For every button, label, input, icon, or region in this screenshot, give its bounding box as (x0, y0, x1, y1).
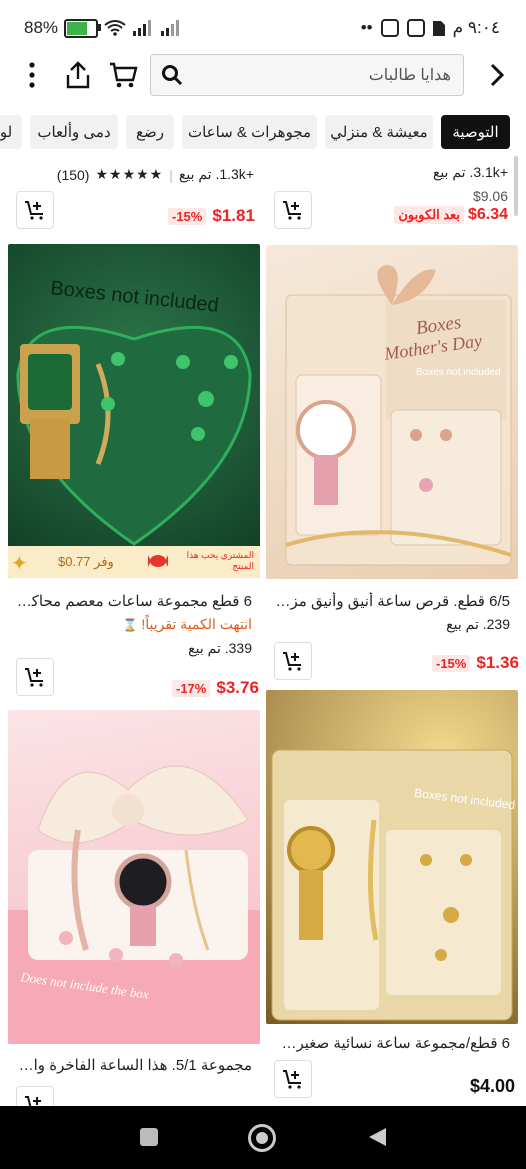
product-title[interactable]: 6/5 قطع. قرص ساعة أنيق وأنيق مزين... (274, 592, 510, 610)
product-grid: +3.1k. تم بيع $9.06 بعد الكوبون $6.34 (1… (0, 156, 526, 1106)
clock: ٩:٠٤ م (452, 18, 500, 37)
product-card-1[interactable]: +3.1k. تم بيع $9.06 بعد الكوبون $6.34 (266, 156, 518, 236)
category-tabs: التوصية معيشة & منزلي مجوهرات & ساعات رض… (0, 112, 526, 154)
promo-strip: المشتري يحب هذا المنتج وفر 0.77$ ✦ (8, 546, 260, 578)
cart-icon[interactable] (106, 59, 140, 91)
battery-icon (64, 18, 102, 38)
promo-text: وفر 0.77$ (58, 554, 114, 569)
add-to-cart-button[interactable] (274, 191, 312, 229)
system-nav-bar (0, 1106, 526, 1169)
signal-icon (133, 20, 152, 36)
price: $4.00 (470, 1076, 516, 1096)
tab-jewelry-watches[interactable]: مجوهرات & ساعات (182, 115, 317, 149)
sold-count: 239. تم بيع (446, 616, 510, 632)
tab-home-living[interactable]: معيشة & منزلي (325, 115, 433, 149)
product-image[interactable]: Boxes Mother's Day Boxes not included (266, 245, 518, 579)
wifi-icon (104, 20, 126, 36)
low-stock-row: انتهت الكمية تقريباً! ⌛ (122, 616, 252, 633)
instagram-icon-2 (406, 19, 425, 37)
tab-recommended[interactable]: التوصية (441, 115, 510, 149)
coupon-price: $6.34 (467, 206, 508, 223)
price-row: -17% $3.76 (172, 678, 259, 698)
tab-toys[interactable]: دمى وألعاب (30, 115, 118, 149)
price: $3.76 (216, 678, 259, 697)
home-icon[interactable] (248, 1124, 276, 1152)
promo-small-text: المشتري يحب هذا المنتج (186, 550, 254, 571)
price-row: -15% $1.36 (432, 653, 519, 673)
candy-icon (146, 549, 170, 573)
share-icon[interactable] (62, 59, 94, 91)
signal-icon-2 (161, 20, 180, 36)
product-title[interactable]: مجموعة 5/1. هذا الساعة الفاخرة والأن... (16, 1056, 252, 1074)
original-price: $9.06 (472, 188, 508, 204)
sold-count: +1.3k. تم بيع (178, 166, 254, 182)
add-to-cart-button[interactable] (16, 1086, 54, 1106)
product-card-4[interactable]: Boxes not included المشتري يحب هذا المنت… (8, 244, 260, 699)
low-stock-text: انتهت الكمية تقريباً! (141, 616, 252, 632)
discount-badge: -17% (172, 679, 211, 697)
battery-percent: 88% (24, 18, 59, 37)
back-arrow-icon[interactable] (482, 60, 512, 90)
status-left: 88% (24, 18, 182, 38)
add-to-cart-button[interactable] (16, 658, 54, 696)
price: $1.36 (476, 653, 519, 672)
product-image[interactable]: Boxes not included (266, 690, 518, 1024)
review-count: (150) (56, 166, 90, 183)
more-options-icon[interactable] (20, 60, 44, 90)
recent-apps-icon[interactable] (140, 1128, 158, 1146)
search-icon[interactable] (161, 64, 183, 91)
scrollbar[interactable] (514, 156, 518, 216)
star-rating-icon: ★★★★★ (95, 166, 164, 182)
status-right: •• ٩:٠٤ م (361, 18, 500, 38)
sparkle-icon: ✦ (11, 553, 28, 575)
add-to-cart-button[interactable] (274, 642, 312, 680)
discount-badge: -15% (432, 654, 471, 672)
status-bar: 88% •• ٩:٠٤ م (0, 0, 526, 48)
product-card-6[interactable]: Does not include the box مجموعة 5/1. هذا… (8, 710, 260, 1106)
tab-baby[interactable]: رضع (126, 115, 174, 149)
search-placeholder: هدايا طالبات (368, 67, 451, 84)
product-card-3[interactable]: Boxes Mother's Day Boxes not included 6/… (266, 245, 519, 680)
rating-row: (150) ★★★★★ | +1.3k. تم بيع (56, 166, 254, 183)
sold-count: 339. تم بيع (188, 640, 252, 656)
coupon-label: بعد الكوبون (394, 206, 465, 224)
back-icon[interactable] (366, 1126, 388, 1153)
search-input[interactable]: هدايا طالبات (150, 54, 464, 96)
coupon-price-row: بعد الكوبون $6.34 (394, 206, 508, 224)
sold-count: +3.1k. تم بيع (432, 164, 508, 180)
top-bar: هدايا طالبات (0, 48, 526, 102)
product-title[interactable]: 6 قطع/مجموعة ساعة نسائية صغيرة ذ... (274, 1034, 510, 1052)
instagram-icon (380, 19, 399, 37)
discount-badge: -15% (168, 207, 207, 225)
price-row: -15% $1.81 (168, 206, 255, 226)
add-to-cart-button[interactable] (274, 1060, 312, 1098)
file-icon (432, 20, 445, 36)
product-image[interactable]: Boxes not included المشتري يحب هذا المنت… (8, 244, 260, 578)
product-title[interactable]: 6 قطع مجموعة ساعات معصم محاكاة ... (16, 592, 252, 610)
add-to-cart-button[interactable] (16, 191, 54, 229)
product-image[interactable]: Does not include the box (8, 710, 260, 1044)
image-text-boxes-not-included: Boxes not included (416, 367, 501, 378)
tab-more[interactable]: لو (0, 115, 22, 149)
product-card-5[interactable]: Boxes not included 6 قطع/مجموعة ساعة نسا… (266, 690, 518, 1106)
price: $1.81 (212, 206, 255, 225)
status-dots: •• (360, 18, 373, 37)
hourglass-icon: ⌛ (122, 618, 138, 632)
product-card-2[interactable]: (150) ★★★★★ | +1.3k. تم بيع -15% $1.81 (8, 156, 260, 236)
